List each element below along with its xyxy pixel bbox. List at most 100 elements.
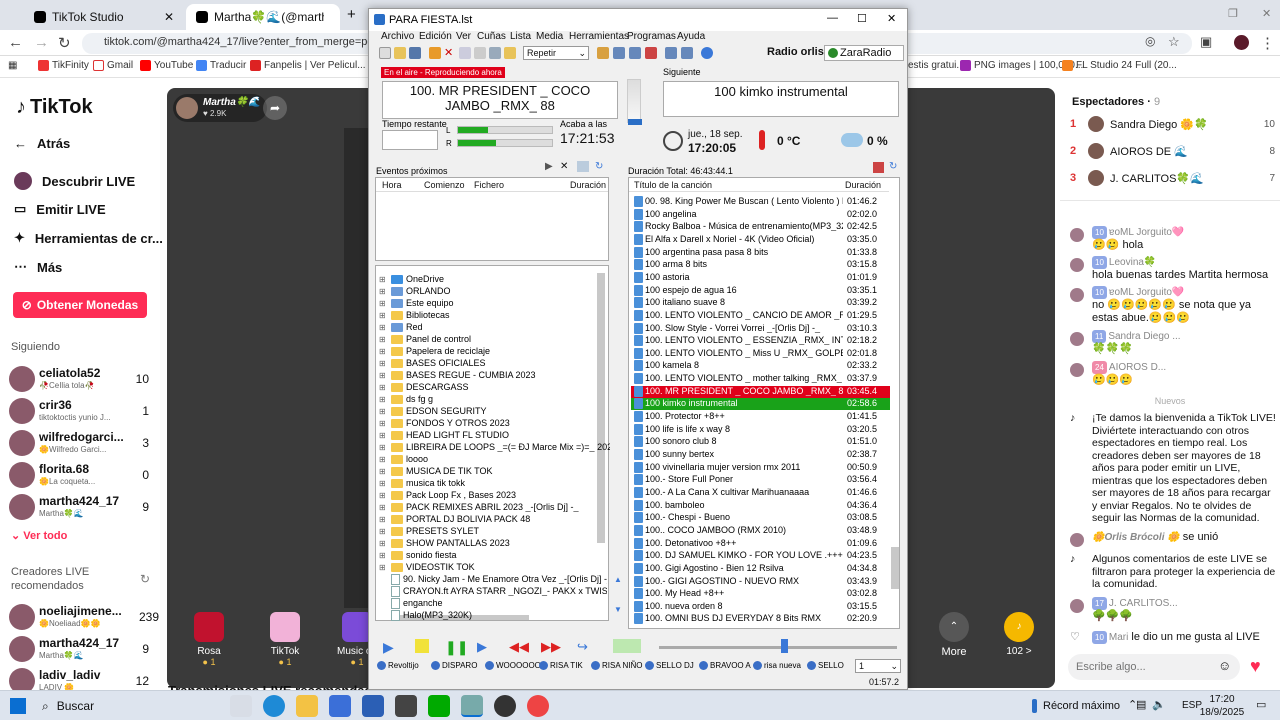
expand-icon[interactable]: ⊞	[379, 563, 388, 572]
cart-button[interactable]: WOOOOOO	[485, 661, 541, 670]
help-icon[interactable]	[701, 47, 713, 59]
cart-button[interactable]: DISPARO	[431, 661, 477, 670]
bookmark-fanpelis[interactable]: Fanpelis | Ver Pelicul...	[250, 60, 366, 71]
record-icon[interactable]	[645, 47, 657, 59]
playlist-row[interactable]: 100. LENTO VIOLENTO _ Miss U _RMX_ GOLPE…	[631, 347, 890, 360]
chat-input-box[interactable]: ☺	[1068, 654, 1240, 680]
coins-balance[interactable]: ♪ 102 >	[989, 612, 1049, 657]
expand-icon[interactable]: ⊞	[379, 455, 388, 464]
stop-button[interactable]: ❚❚	[445, 639, 468, 655]
play-button[interactable]: ▶	[383, 639, 405, 655]
tree-item[interactable]: ⊞ Panel de control	[379, 333, 471, 345]
refresh-event-icon[interactable]: ↻	[595, 161, 603, 172]
playlist-row[interactable]: 100. LENTO VIOLENTO _ ESSENZIA _RMX_ INT…	[631, 335, 890, 347]
tree-item[interactable]: ⊞ Este equipo	[379, 297, 454, 309]
get-coins-button[interactable]: ⊘ Obtener Monedas	[13, 292, 147, 318]
waveform-button[interactable]	[613, 639, 641, 653]
taskbar-search[interactable]: ⌕ Buscar	[36, 694, 216, 718]
chat-input[interactable]	[1076, 658, 1206, 676]
playlist-row[interactable]: 100.- Store Full Poner 03:56.4	[631, 474, 890, 486]
playlist-row[interactable]: 100. LENTO VIOLENTO _ CANCIO DE AMOR _RM…	[631, 309, 890, 322]
playlist-row[interactable]: 100.. COCO JAMBOO (RMX 2010) 03:48.9	[631, 524, 890, 537]
cart-page-select[interactable]: 1 ⌄	[855, 659, 901, 673]
expand-icon[interactable]: ⊞	[379, 347, 388, 356]
cart-button[interactable]: BRAVOO A	[699, 661, 751, 670]
expand-icon[interactable]: ⊞	[379, 443, 388, 452]
expand-icon[interactable]: ⊞	[379, 395, 388, 404]
settings-app-icon[interactable]	[395, 695, 417, 717]
apps-icon[interactable]: ▦	[8, 60, 17, 71]
playlist-row[interactable]: El Alfa x Darell x Noriel - 4K (Video Of…	[631, 233, 890, 246]
playlist-row[interactable]: 100 arma 8 bits 03:15.8	[631, 259, 890, 271]
expand-icon[interactable]: ⊞	[379, 479, 388, 488]
playlist-row[interactable]: Rocky Balboa - Música de entrenamiento(M…	[631, 221, 890, 233]
tree-item[interactable]: ⊞ Pack Loop Fx , Bases 2023	[379, 489, 516, 501]
tree-item[interactable]: ⊞ PACK REMIXES ABRIL 2023 _-[Orlis Dj] -_	[379, 501, 579, 513]
move-down-icon[interactable]: ▼	[614, 605, 622, 614]
close-icon[interactable]: ✕	[887, 12, 896, 25]
following-user[interactable]: florita.68 🌼La coqueta... 0	[9, 460, 159, 492]
menu-edicion[interactable]: Edición	[419, 31, 452, 42]
mixer-icon[interactable]	[597, 47, 609, 59]
expand-icon[interactable]: ⊞	[379, 287, 388, 296]
tab-martha-live[interactable]: Martha🍀🌊(@martha42	[186, 4, 340, 30]
heart-button-icon[interactable]: ♥	[1250, 656, 1261, 677]
mail-icon[interactable]	[362, 695, 384, 717]
expand-icon[interactable]: ⊞	[379, 311, 388, 320]
playlist-row[interactable]: 100. OMNI BUS DJ EVERYDAY 8 Bits RMX 02:2…	[631, 613, 890, 625]
playlist-row[interactable]: 100. nueva orden 8 03:15.5	[631, 600, 890, 613]
folder-icon[interactable]	[504, 47, 516, 59]
playlist-row[interactable]: 100. DJ SAMUEL KIMKO - FOR YOU LOVE .+++…	[631, 550, 890, 562]
tree-item[interactable]: ⊞ musica tik tokk	[379, 477, 465, 489]
fast-forward-button[interactable]: ▶▶	[541, 639, 563, 654]
menu-media[interactable]: Media	[536, 31, 563, 42]
expand-icon[interactable]: ⊞	[379, 515, 388, 524]
menu-ayuda[interactable]: Ayuda	[677, 31, 705, 42]
tree-item[interactable]: ⊞ MUSICA DE TIK TOK	[379, 465, 493, 477]
minimize-icon[interactable]: —	[827, 12, 838, 24]
bookmark-extra[interactable]: estis gratui...	[908, 60, 965, 71]
menu-cunas[interactable]: Cuñas	[477, 31, 506, 42]
chrome-icon[interactable]	[527, 695, 549, 717]
reload-icon[interactable]: ↻	[58, 34, 71, 52]
delete-icon[interactable]: ✕	[444, 47, 456, 59]
viewer-row[interactable]: 2 AIOROS DE 🌊 8	[1070, 141, 1275, 161]
playlist-row[interactable]: 100. Slow Style - Vorrei Vorrei _-[Orlis…	[631, 322, 890, 335]
notifications-icon[interactable]: ▭	[1256, 698, 1266, 711]
tree-item[interactable]: ⊞ Red	[379, 321, 423, 333]
nav-back[interactable]: ← Atrás	[14, 136, 70, 151]
playlist-scrollbar[interactable]	[891, 547, 899, 589]
viewer-row[interactable]: 1 Sandra Diego 🌼🍀 10	[1070, 114, 1275, 134]
tree-item[interactable]: ⊞ Bibliotecas	[379, 309, 450, 321]
new-icon[interactable]	[379, 47, 391, 59]
following-user[interactable]: martha424_17 Martha🍀🌊 9	[9, 492, 159, 524]
volume-meter[interactable]	[627, 79, 641, 123]
playlist-row[interactable]: 100 life is life x way 8 03:20.5	[631, 423, 890, 436]
expand-icon[interactable]: ⊞	[379, 299, 388, 308]
playlist-row[interactable]: 100. Detonativoo +8++ 01:09.6	[631, 537, 890, 550]
playlist-row[interactable]: 100.- A La Cana X cultivar Marihuanaaaa 0…	[631, 486, 890, 499]
expand-icon[interactable]: ⊞	[379, 275, 388, 284]
playlist-row[interactable]: 100 kimko instrumental 02:58.6	[631, 398, 890, 411]
creator-user[interactable]: noeliajimene... 🌼Noeliaad🌼🌼 239	[9, 602, 159, 634]
menu-programas[interactable]: Programas	[627, 31, 676, 42]
col-title[interactable]: Título de la canción	[634, 180, 712, 190]
playlist-row[interactable]: 100. My Head +8++ 03:02.8	[631, 588, 890, 600]
expand-icon[interactable]: ⊞	[379, 491, 388, 500]
tree-item[interactable]: ⊞ Papelera de reciclaje	[379, 345, 490, 357]
nav-discover-live[interactable]: Descubrir LIVE	[14, 172, 135, 190]
playlist-row[interactable]: 100 vivinellaria mujer version rmx 2011 0…	[631, 461, 890, 474]
bookmark-youtube[interactable]: YouTube	[140, 60, 193, 71]
clock[interactable]: 17:20 18/9/2025	[1198, 693, 1246, 719]
eye-off-icon[interactable]: ◎	[1145, 34, 1155, 48]
more-gifts-button[interactable]: ⌃ More	[924, 612, 984, 658]
col-comienzo[interactable]: Comienzo	[424, 180, 465, 190]
emoji-icon[interactable]: ☺	[1218, 658, 1231, 673]
tree-item[interactable]: ⊞ PORTAL DJ BOLIVIA PACK 48	[379, 513, 530, 525]
gift-rose[interactable]: Rosa ● 1	[179, 612, 239, 667]
weather-widget[interactable]: Récord máximo	[1032, 699, 1120, 713]
back-icon[interactable]: ←	[8, 34, 23, 51]
gift-tiktok[interactable]: TikTok ● 1	[255, 612, 315, 667]
tab-tiktok-studio[interactable]: TikTok Studio ✕	[24, 4, 184, 30]
playlist-row[interactable]: 100. LENTO VIOLENTO _ mother talking _RM…	[631, 373, 890, 385]
